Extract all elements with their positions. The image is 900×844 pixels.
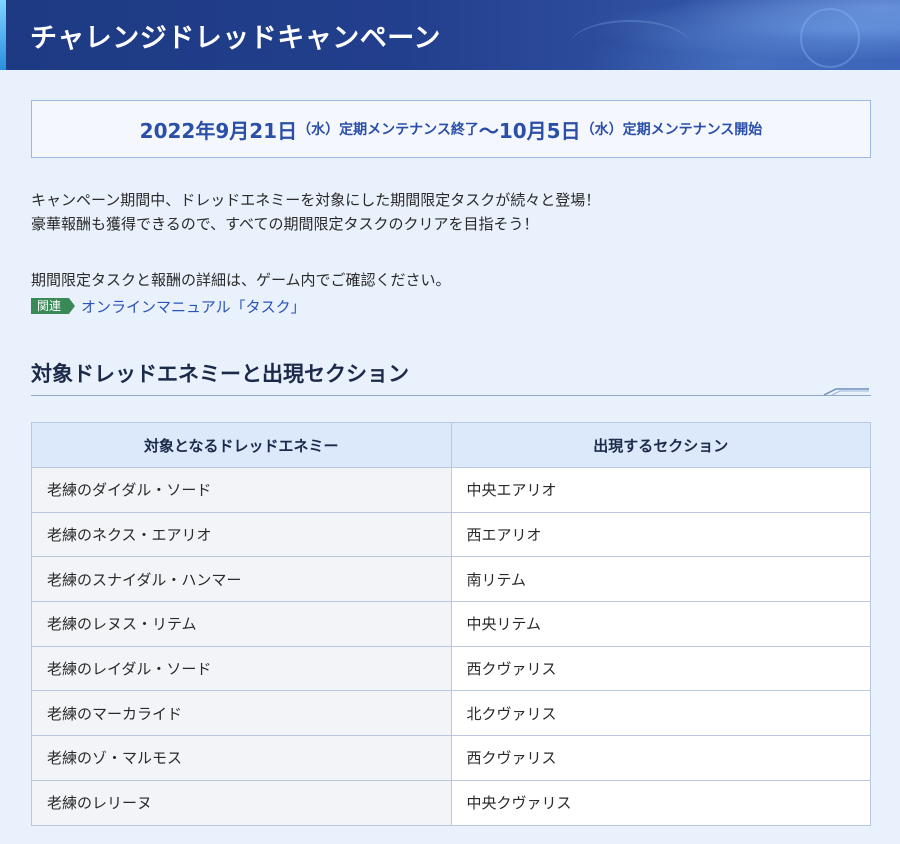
- period-end-event: 定期メンテナンス開始: [622, 122, 763, 138]
- header-decoration-ring: [800, 8, 860, 68]
- online-manual-task-link[interactable]: オンラインマニュアル「タスク」: [81, 296, 306, 317]
- header-decoration-arc: [570, 20, 690, 70]
- section-cell: 西クヴァリス: [450, 645, 871, 692]
- enemy-cell: 老練のマーカライド: [31, 690, 452, 737]
- section-heading: 対象ドレッドエネミーと出現セクション: [31, 362, 409, 386]
- section-cell: 西クヴァリス: [450, 735, 871, 781]
- period-end-day: （水）: [580, 122, 623, 138]
- table-header-section: 出現するセクション: [450, 422, 871, 468]
- intro-line-1: キャンペーン期間中、ドレッドエネミーを対象にした期間限定タスクが続々と登場！: [31, 191, 601, 209]
- section-cell: 西エアリオ: [450, 511, 871, 558]
- table-row: 老練のレリーヌ 中央クヴァリス: [31, 779, 871, 826]
- table-row: 老練のレイダル・ソード 西クヴァリス: [31, 645, 871, 692]
- details-text: 期間限定タスクと報酬の詳細は、ゲーム内でご確認ください。: [31, 268, 871, 292]
- page-title: チャレンジドレッドキャンペーン: [30, 23, 441, 54]
- enemy-cell: 老練のレヌス・リテム: [31, 601, 452, 647]
- period-tilde: ～: [478, 118, 499, 143]
- table-row: 老練のスナイダル・ハンマー 南リテム: [31, 556, 871, 603]
- enemy-cell: 老練のレリーヌ: [31, 779, 452, 826]
- enemy-cell: 老練のネクス・エアリオ: [31, 511, 452, 558]
- intro-text: キャンペーン期間中、ドレッドエネミーを対象にした期間限定タスクが続々と登場！ 豪…: [31, 188, 871, 236]
- section-cell: 北クヴァリス: [450, 690, 871, 737]
- enemy-section-table: 対象となるドレッドエネミー 出現するセクション 老練のダイダル・ソード 中央エア…: [31, 422, 871, 826]
- section-divider: [31, 395, 871, 396]
- table-header-enemy: 対象となるドレッドエネミー: [31, 422, 452, 468]
- divider-decoration-icon: [823, 388, 869, 396]
- enemy-cell: 老練のレイダル・ソード: [31, 645, 452, 692]
- period-end-date: 10月5日: [498, 118, 581, 143]
- enemy-cell: 老練のダイダル・ソード: [31, 467, 452, 513]
- period-start-event: 定期メンテナンス終了: [339, 122, 479, 138]
- section-cell: 中央リテム: [450, 601, 871, 647]
- section-cell: 中央エアリオ: [450, 467, 871, 513]
- section-cell: 南リテム: [450, 556, 871, 603]
- enemy-cell: 老練のスナイダル・ハンマー: [31, 556, 452, 603]
- intro-line-2: 豪華報酬も獲得できるので、すべての期間限定タスクのクリアを目指そう！: [31, 215, 539, 233]
- page-header: チャレンジドレッドキャンペーン: [0, 0, 900, 70]
- table-row: 老練のダイダル・ソード 中央エアリオ: [31, 467, 871, 513]
- table-row: 老練のレヌス・リテム 中央リテム: [31, 601, 871, 647]
- table-row: 老練のマーカライド 北クヴァリス: [31, 690, 871, 737]
- campaign-period-box: 2022年9月21日 （水） 定期メンテナンス終了 ～ 10月5日 （水） 定期…: [31, 100, 871, 158]
- period-start-day: （水）: [297, 122, 340, 138]
- section-cell: 中央クヴァリス: [450, 779, 871, 826]
- related-link-row: 関連 オンラインマニュアル「タスク」: [31, 296, 306, 316]
- intro-line-3: 期間限定タスクと報酬の詳細は、ゲーム内でご確認ください。: [31, 271, 451, 289]
- table-row: 老練のネクス・エアリオ 西エアリオ: [31, 511, 871, 558]
- period-start-date: 2022年9月21日: [139, 118, 298, 143]
- table-row: 老練のゾ・マルモス 西クヴァリス: [31, 735, 871, 781]
- related-tag: 関連: [31, 298, 76, 314]
- header-accent-bar: [0, 0, 6, 70]
- enemy-cell: 老練のゾ・マルモス: [31, 735, 452, 781]
- table-header-row: 対象となるドレッドエネミー 出現するセクション: [31, 422, 871, 468]
